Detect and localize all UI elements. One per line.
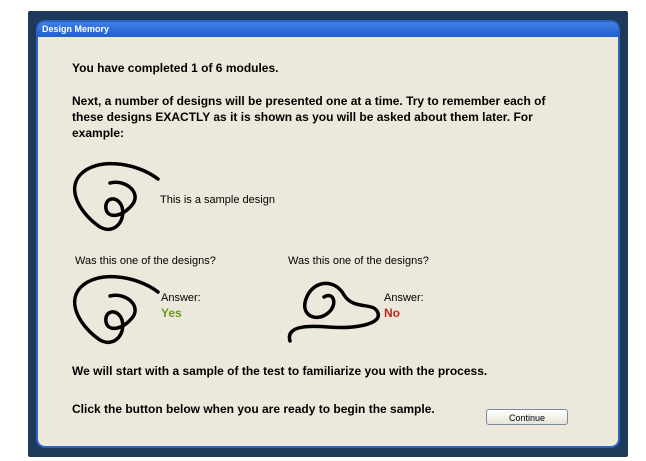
example2-answer-no: No xyxy=(384,306,400,320)
design-memory-window: Design Memory You have completed 1 of 6 … xyxy=(36,20,620,448)
sample-design-label: This is a sample design xyxy=(160,194,275,206)
instructions-text: Next, a number of designs will be presen… xyxy=(72,94,546,140)
progress-text: You have completed 1 of 6 modules. xyxy=(72,61,279,75)
example1-answer-label: Answer: xyxy=(161,292,201,304)
sample-design xyxy=(73,161,160,231)
example2-design xyxy=(287,281,380,343)
content-area: You have completed 1 of 6 modules. Next,… xyxy=(38,37,618,446)
example2-question: Was this one of the designs? xyxy=(288,255,429,267)
window-title: Design Memory xyxy=(38,22,618,37)
begin-prompt-text: Click the button below when you are read… xyxy=(72,402,435,416)
sample-intro-text: We will start with a sample of the test … xyxy=(72,364,488,378)
example1-design xyxy=(73,274,160,344)
continue-button[interactable]: Continue xyxy=(486,409,568,425)
example2-answer-label: Answer: xyxy=(384,292,424,304)
example1-question: Was this one of the designs? xyxy=(75,255,216,267)
example1-answer-yes: Yes xyxy=(161,306,182,320)
